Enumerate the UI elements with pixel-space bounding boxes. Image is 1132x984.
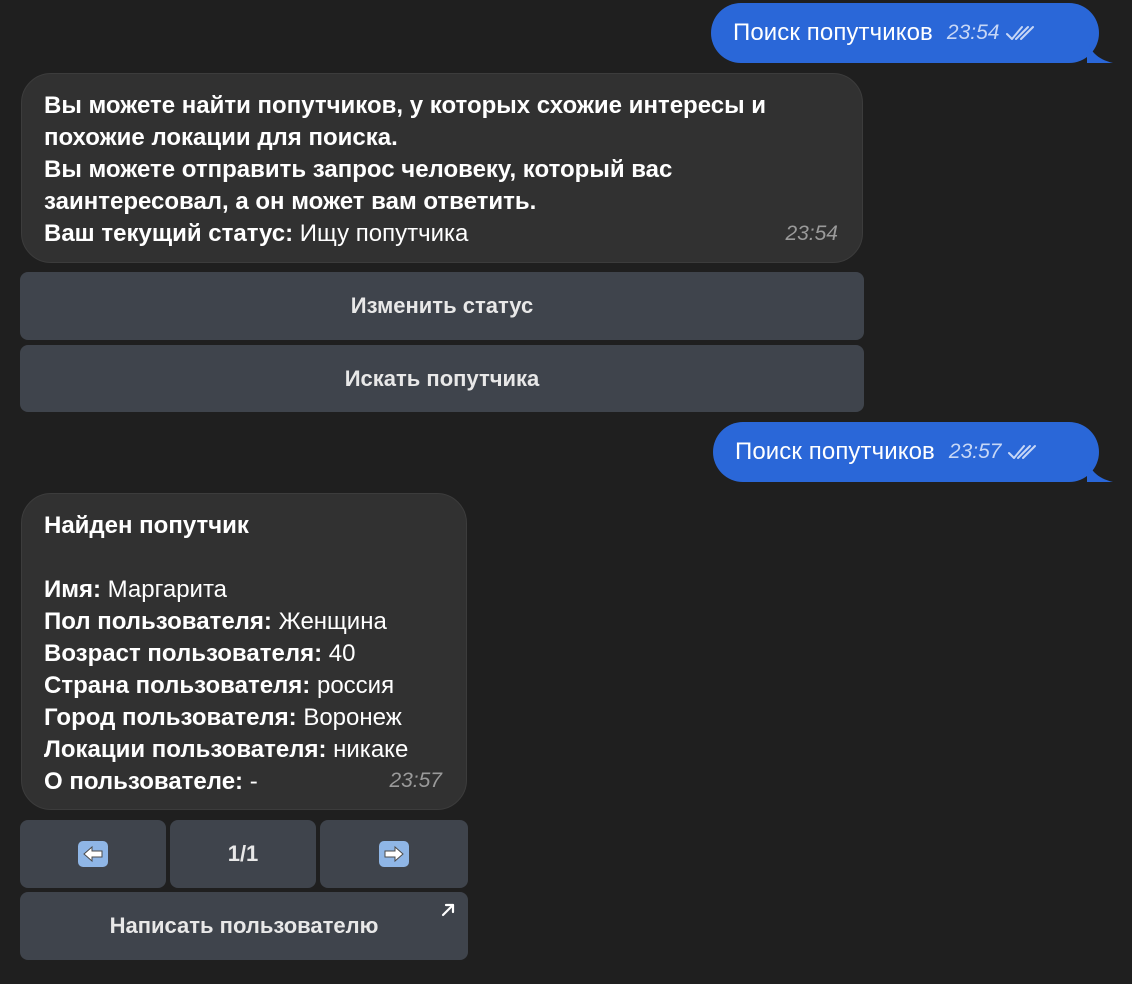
chat-view: Поиск попутчиков 23:54 Вы можете найти п… <box>0 0 1132 984</box>
field-value: россия <box>310 672 395 699</box>
message-line: Вы можете найти попутчиков, у которых сх… <box>44 92 766 119</box>
field-label: Возраст пользователя: <box>44 640 323 667</box>
status-line: Ваш текущий статус: Ищу попутчика <box>44 218 840 250</box>
field-label: Локации пользователя: <box>44 736 327 763</box>
write-user-button[interactable]: Написать пользователю <box>20 892 468 960</box>
field-label: О пользователе: <box>44 768 244 795</box>
message-time: 23:54 <box>946 21 1000 44</box>
field-label: Город пользователя: <box>44 704 297 731</box>
double-check-icon <box>1006 26 1035 40</box>
search-companion-button[interactable]: Искать попутчика <box>20 345 864 412</box>
message-text: Поиск попутчиков <box>733 19 933 46</box>
message-time: 23:57 <box>389 769 442 792</box>
prev-page-button[interactable] <box>20 820 166 888</box>
profile-field: Страна пользователя: россия <box>44 670 444 702</box>
incoming-message: Вы можете найти попутчиков, у которых сх… <box>21 73 863 263</box>
button-label: Изменить статус <box>350 293 534 318</box>
outgoing-message: Поиск попутчиков 23:54 <box>711 3 1113 63</box>
message-heading: Найден попутчик <box>44 512 249 539</box>
left-arrow-icon <box>78 841 108 867</box>
profile-field: Город пользователя: Воронеж <box>44 702 444 734</box>
page-indicator-button[interactable]: 1/1 <box>170 820 316 888</box>
field-label: Пол пользователя: <box>44 608 272 635</box>
button-label: Написать пользователю <box>109 913 379 938</box>
field-value: 40 <box>322 640 356 667</box>
field-value: Маргарита <box>101 576 228 603</box>
profile-field: О пользователе: - <box>44 766 444 798</box>
double-check-icon <box>1008 445 1037 459</box>
message-time: 23:57 <box>948 440 1002 463</box>
outgoing-message: Поиск попутчиков 23:57 <box>713 422 1113 482</box>
message-text: Поиск попутчиков <box>735 438 935 465</box>
profile-field: Имя: Маргарита <box>44 574 444 606</box>
page-indicator: 1/1 <box>227 841 259 866</box>
message-line: заинтересовал, а он может вам ответить. <box>44 188 537 215</box>
field-label: Страна пользователя: <box>44 672 311 699</box>
field-value: никаке <box>326 736 409 763</box>
message-time: 23:54 <box>785 222 838 245</box>
profile-field: Локации пользователя: никаке <box>44 734 444 766</box>
field-value: Воронеж <box>296 704 402 731</box>
change-status-button[interactable]: Изменить статус <box>20 272 864 340</box>
status-value: Ищу попутчика <box>293 220 469 247</box>
field-value: - <box>243 768 258 795</box>
right-arrow-icon <box>379 841 409 867</box>
button-label: Искать попутчика <box>344 365 540 391</box>
profile-field: Пол пользователя: Женщина <box>44 606 444 638</box>
status-label: Ваш текущий статус: <box>44 220 294 247</box>
message-line: похожие локации для поиска. <box>44 124 398 151</box>
incoming-message: Найден попутчик Имя: Маргарита Пол польз… <box>21 493 467 810</box>
next-page-button[interactable] <box>320 820 468 888</box>
bubble-tail <box>1087 456 1113 482</box>
field-label: Имя: <box>44 576 101 603</box>
message-line: Вы можете отправить запрос человеку, кот… <box>44 156 673 183</box>
external-link-arrow-icon <box>441 903 455 917</box>
field-value: Женщина <box>271 608 387 635</box>
profile-field: Возраст пользователя: 40 <box>44 638 444 670</box>
bubble-tail <box>1087 37 1113 63</box>
